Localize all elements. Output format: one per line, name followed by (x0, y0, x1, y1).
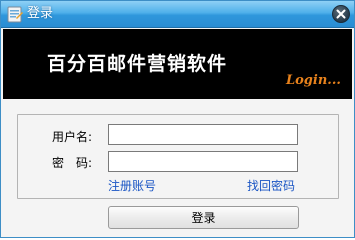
register-link[interactable]: 注册账号 (108, 179, 156, 193)
login-form: 用户名: 密 码: 注册账号 找回密码 (17, 114, 339, 199)
banner-title: 百分百邮件营销软件 (47, 53, 228, 75)
password-label: 密 码: (52, 156, 93, 170)
close-icon (336, 9, 346, 19)
app-icon (7, 6, 23, 23)
banner-login-text: Login... (286, 73, 341, 88)
username-input[interactable] (108, 124, 298, 145)
login-window: 登录 百分百邮件营销软件 Login... 用户名: 密 码: 注册账号 找回密… (0, 0, 355, 238)
title-bar[interactable]: 登录 (1, 1, 354, 28)
banner: 百分百邮件营销软件 Login... (3, 29, 352, 99)
login-button[interactable]: 登录 (108, 206, 299, 229)
close-button[interactable] (332, 5, 350, 23)
recover-password-link[interactable]: 找回密码 (247, 179, 295, 193)
window-title: 登录 (27, 6, 54, 21)
password-input[interactable] (108, 151, 298, 172)
username-label: 用户名: (52, 130, 93, 144)
